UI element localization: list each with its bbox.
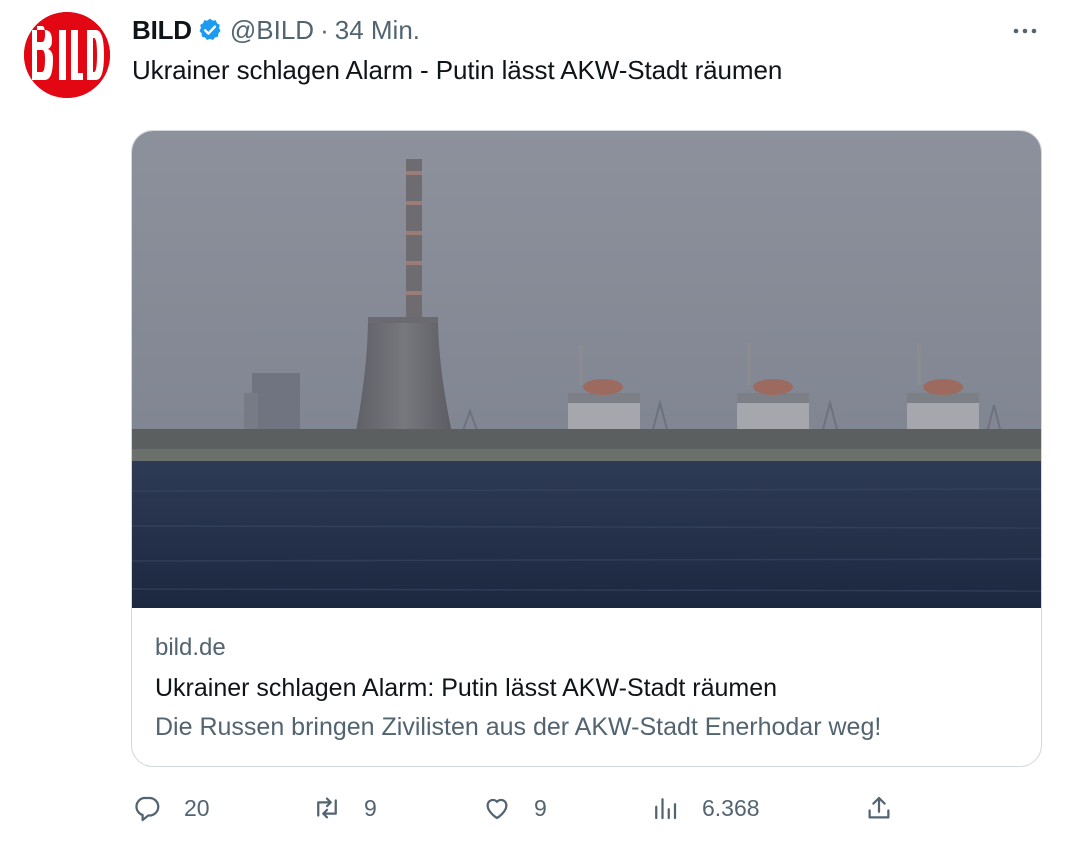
reply-icon bbox=[135, 796, 160, 822]
tweet-header: BILD @BILD · 34 Min. bbox=[132, 14, 420, 46]
like-icon bbox=[486, 798, 508, 820]
card-title: Ukrainer schlagen Alarm: Putin lässt AKW… bbox=[155, 674, 778, 702]
link-card[interactable]: bild.de Ukrainer schlagen Alarm: Putin l… bbox=[131, 130, 1042, 767]
user-handle[interactable]: @BILD bbox=[230, 15, 314, 46]
verified-badge-icon[interactable] bbox=[197, 17, 223, 43]
bild-logo bbox=[24, 12, 110, 98]
retweet-count: 9 bbox=[364, 794, 377, 821]
view-count: 6.368 bbox=[702, 794, 760, 821]
card-info: bild.de Ukrainer schlagen Alarm: Putin l… bbox=[155, 634, 1021, 742]
display-name[interactable]: BILD bbox=[132, 15, 192, 46]
timestamp[interactable]: 34 Min. bbox=[335, 15, 420, 46]
share-icon bbox=[868, 796, 890, 819]
like-button[interactable]: 9 bbox=[482, 786, 547, 830]
more-options-icon[interactable] bbox=[1010, 18, 1040, 44]
like-count: 9 bbox=[534, 794, 547, 821]
card-domain: bild.de bbox=[155, 634, 226, 661]
reply-count: 20 bbox=[184, 794, 210, 821]
retweet-icon bbox=[317, 797, 337, 819]
share-button[interactable] bbox=[864, 786, 894, 830]
card-image bbox=[132, 131, 1041, 608]
retweet-button[interactable]: 9 bbox=[312, 786, 377, 830]
action-bar: 20 9 9 6.368 bbox=[132, 786, 1032, 830]
views-button[interactable]: 6.368 bbox=[650, 786, 760, 830]
tweet-text: Ukrainer schlagen Alarm - Putin lässt AK… bbox=[132, 55, 783, 85]
separator-dot: · bbox=[320, 14, 329, 45]
reply-button[interactable]: 20 bbox=[132, 786, 210, 830]
avatar[interactable] bbox=[24, 12, 110, 98]
views-icon bbox=[655, 798, 677, 820]
card-description: Die Russen bringen Zivilisten aus der AK… bbox=[155, 713, 882, 741]
